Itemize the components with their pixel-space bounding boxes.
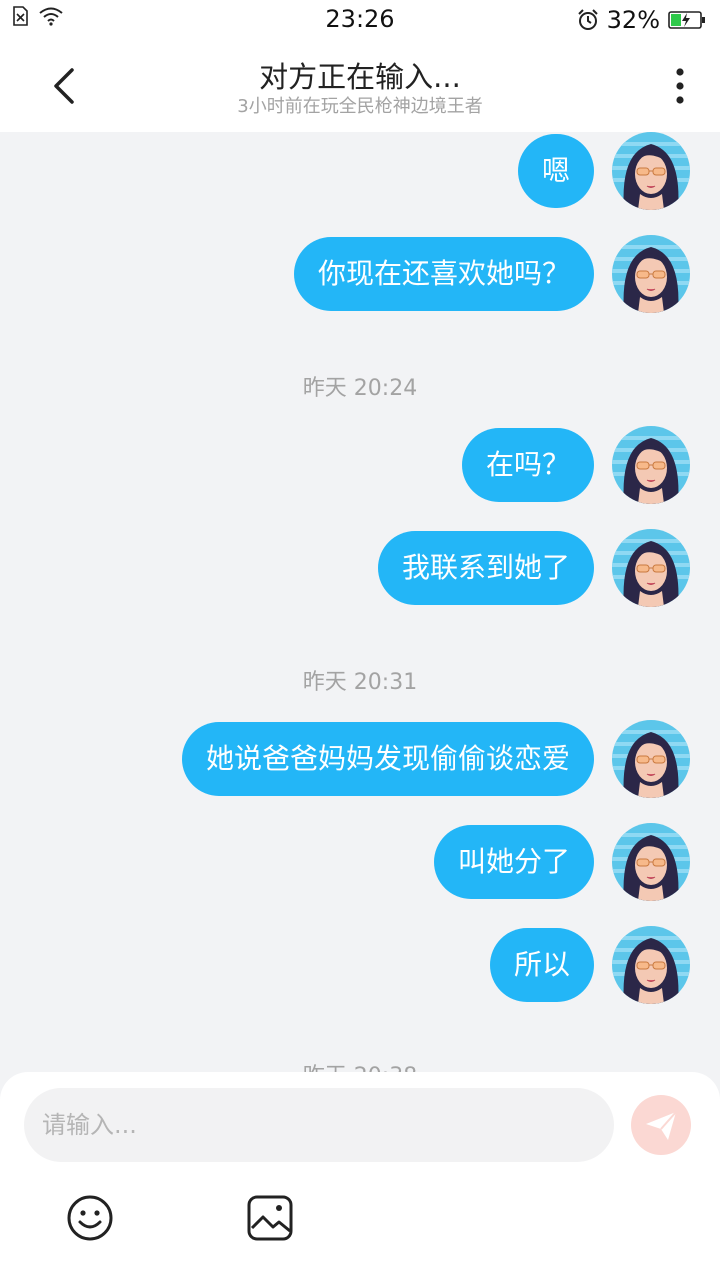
message-row: 我联系到她了 [377, 529, 690, 607]
message-row: 所以 [489, 926, 690, 1004]
alarm-icon [577, 9, 598, 30]
message-bubble[interactable]: 她说爸爸妈妈发现偷偷谈恋爱 [181, 722, 594, 796]
message-row: 嗯 [517, 132, 690, 210]
battery-percent: 32% [606, 6, 660, 34]
message-composer [0, 1072, 720, 1280]
status-bar: 23:26 32% [0, 0, 720, 38]
avatar[interactable] [612, 720, 690, 798]
message-bubble[interactable]: 叫她分了 [433, 825, 594, 899]
chat-header: 对方正在输入... 3小时前在玩全民枪神边境王者 [0, 38, 720, 132]
avatar[interactable] [612, 426, 690, 504]
chat-subtitle: 3小时前在玩全民枪神边境王者 [237, 96, 483, 117]
message-bubble[interactable]: 嗯 [517, 134, 594, 208]
image-picture-icon[interactable] [246, 1194, 294, 1242]
message-row: 在吗？ [461, 426, 690, 504]
avatar[interactable] [612, 235, 690, 313]
chat-title: 对方正在输入... [259, 60, 461, 94]
timestamp-separator: 昨天 20:38 [0, 1058, 720, 1072]
avatar[interactable] [612, 132, 690, 210]
avatar[interactable] [612, 529, 690, 607]
message-bubble[interactable]: 你现在还喜欢她吗？ [293, 237, 594, 311]
timestamp-separator: 昨天 20:31 [302, 670, 418, 695]
avatar[interactable] [612, 823, 690, 901]
message-row: 叫她分了 [433, 823, 690, 901]
message-row: 你现在还喜欢她吗？ [293, 235, 690, 313]
more-vertical-icon[interactable] [670, 66, 690, 106]
message-bubble[interactable]: 我联系到她了 [377, 531, 594, 605]
timestamp-separator: 昨天 20:24 [302, 376, 418, 401]
avatar[interactable] [612, 926, 690, 1004]
message-list[interactable]: 嗯 你现在还喜欢她吗？ 昨天 20:24 在吗？ 我联系到她了 昨天 20:31… [0, 132, 720, 1072]
message-bubble[interactable]: 所以 [489, 928, 594, 1002]
emoji-smile-icon[interactable] [66, 1194, 114, 1242]
message-row: 她说爸爸妈妈发现偷偷谈恋爱 [181, 720, 690, 798]
battery-charging-icon [668, 11, 705, 29]
send-paper-plane-icon[interactable] [630, 1094, 692, 1156]
message-bubble[interactable]: 在吗？ [461, 428, 594, 502]
message-input[interactable] [24, 1088, 614, 1162]
